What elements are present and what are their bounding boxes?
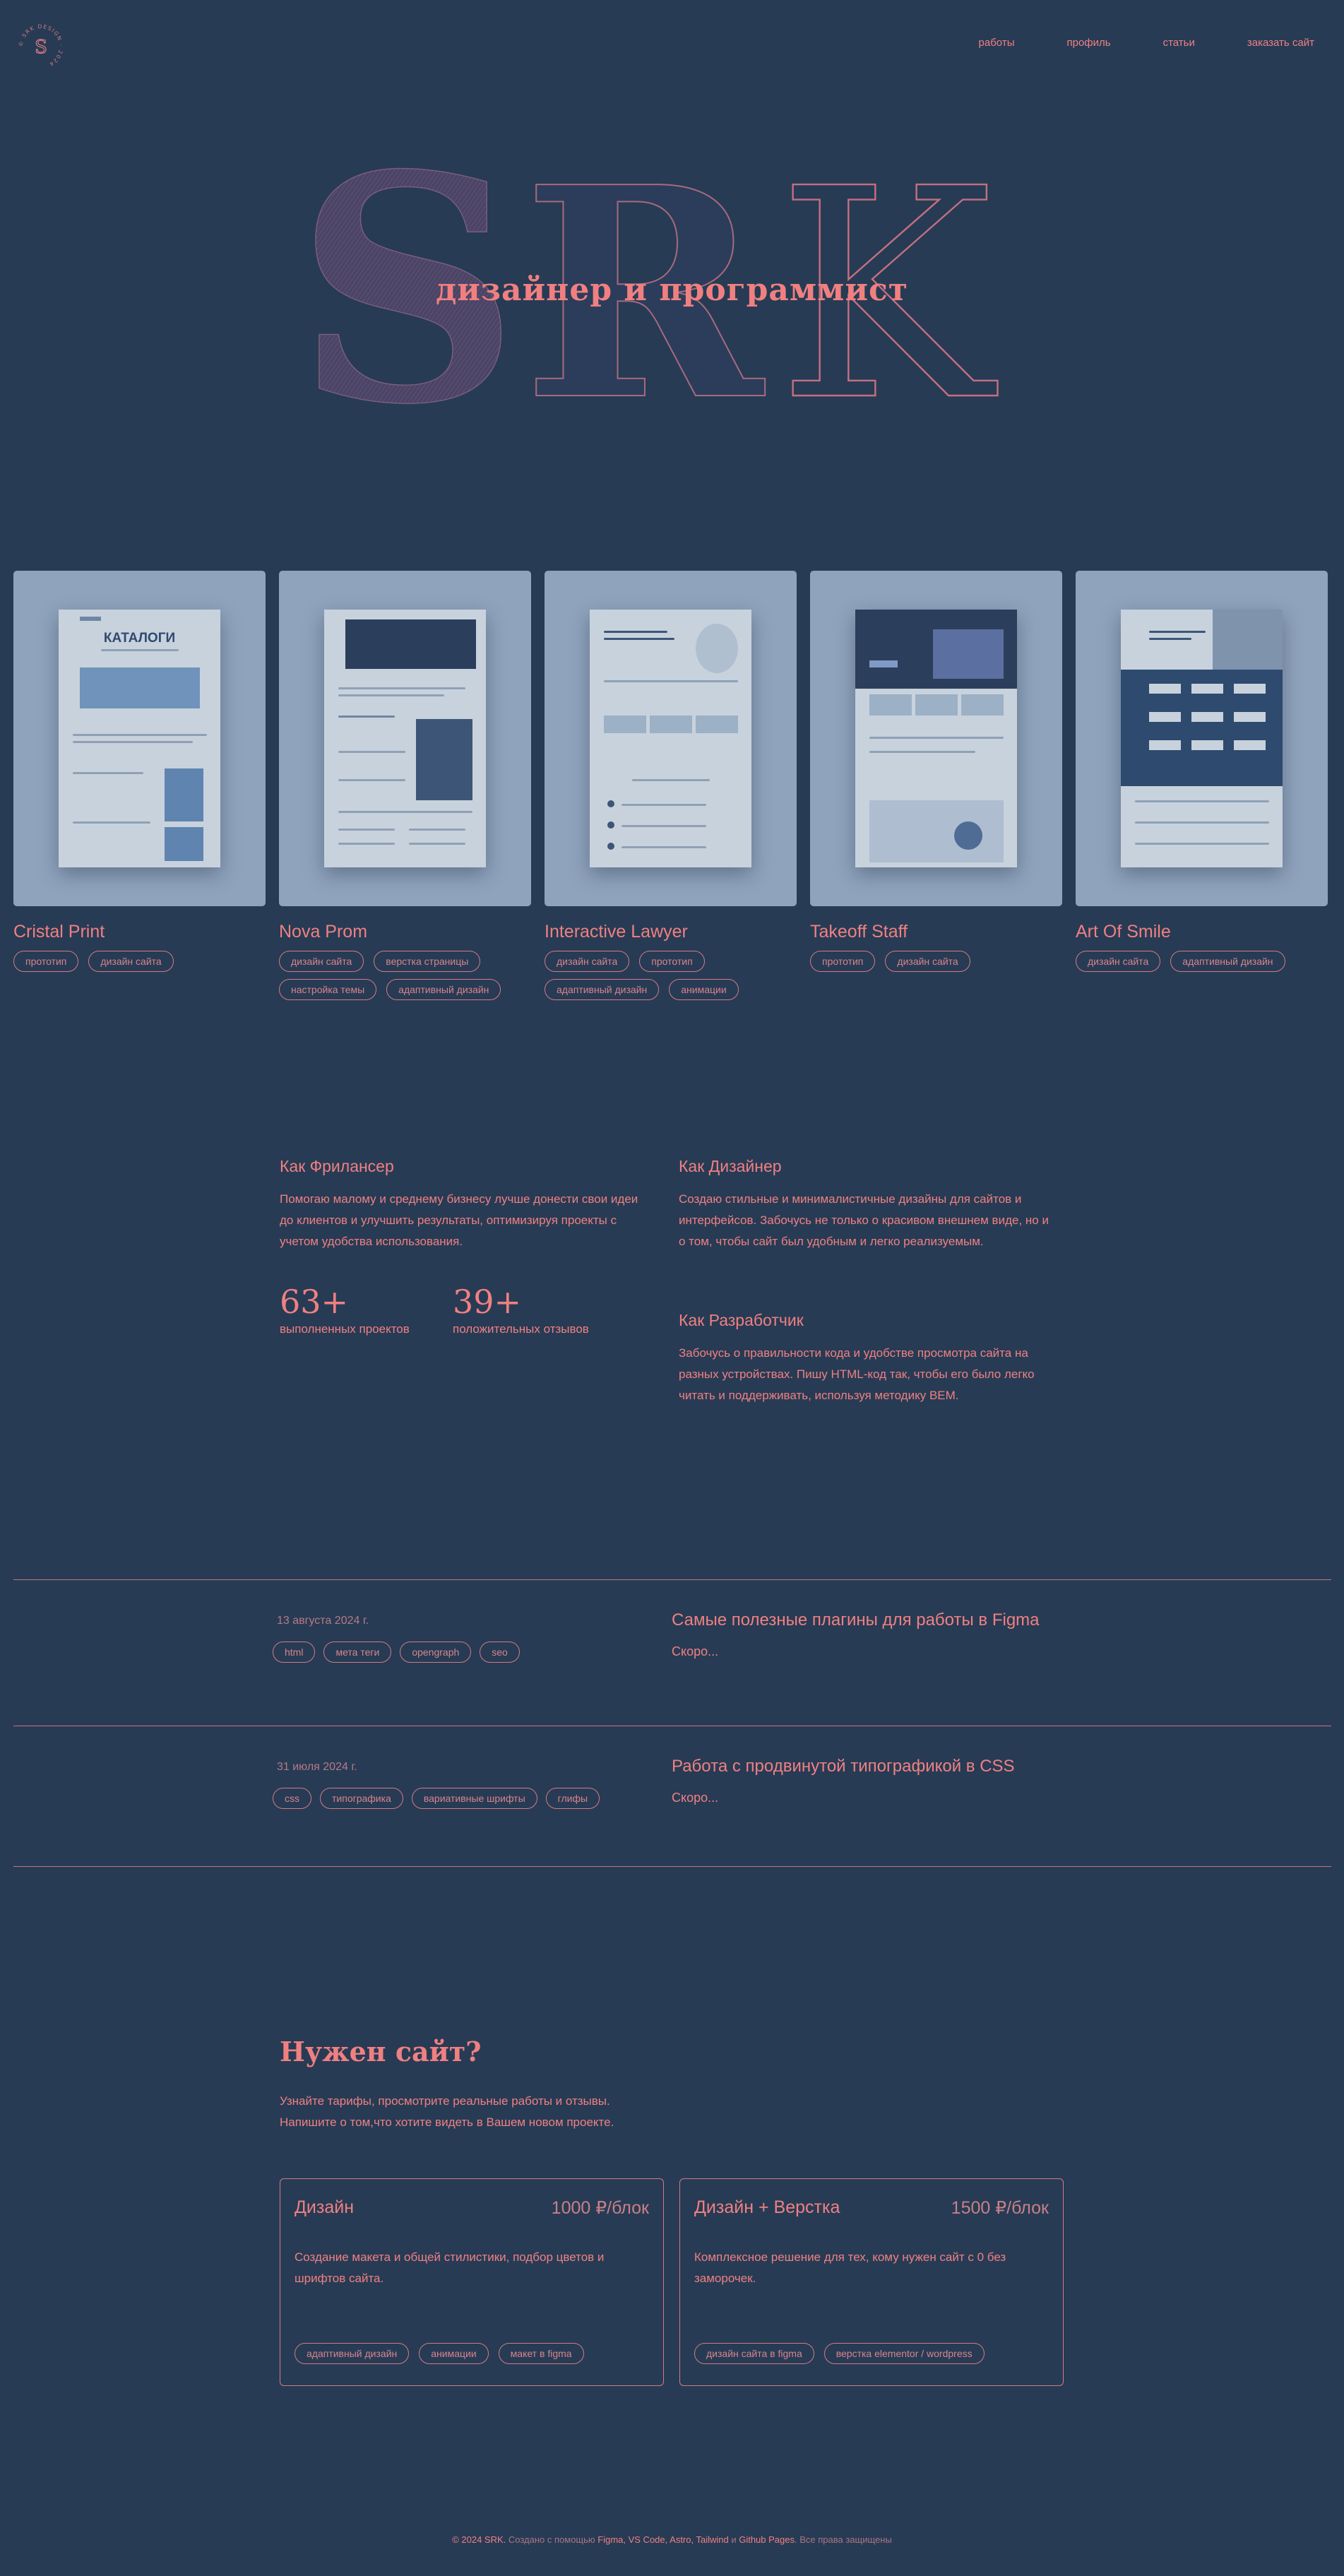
- project-tag: дизайн сайта: [279, 951, 364, 972]
- project-card[interactable]: Interactive Lawyer дизайн сайта прототип…: [545, 571, 797, 1000]
- article-title[interactable]: Работа с продвинутой типографикой в CSS: [672, 1757, 1015, 1776]
- project-tag: верстка страницы: [374, 951, 481, 972]
- freelancer-text: Помогаю малому и среднему бизнесу лучше …: [280, 1192, 638, 1248]
- project-tag: дизайн сайта: [545, 951, 630, 972]
- footer-owner: © 2024 SRK.: [452, 2534, 506, 2545]
- cta-line: Узнайте тарифы, просмотрите реальные раб…: [280, 2094, 610, 2108]
- stat-label: положительных отзывов: [453, 1322, 589, 1336]
- article-tag[interactable]: seo: [480, 1642, 520, 1663]
- pricing-tag: анимации: [419, 2343, 489, 2364]
- pricing-title: Дизайн + Верстка: [694, 2197, 840, 2217]
- project-card[interactable]: КАТАЛОГИ Cristal Print прототип дизайн с…: [13, 571, 266, 1000]
- article-date: 13 августа 2024 г.: [277, 1615, 369, 1627]
- designer-block: Как Дизайнер Создаю стильные и минималис…: [679, 1157, 1053, 1252]
- developer-block: Как Разработчик Забочусь о правильности …: [679, 1311, 1053, 1406]
- footer-made-with: Создано с помощью: [506, 2534, 598, 2545]
- project-title[interactable]: Nova Prom: [279, 922, 531, 942]
- hero-tagline: дизайнер и программист: [435, 272, 909, 308]
- stat-reviews: 39+ положительных отзывов: [453, 1284, 589, 1336]
- article-tag[interactable]: мета теги: [323, 1642, 392, 1663]
- article-excerpt: Скоро...: [672, 1791, 719, 1805]
- project-tag: прототип: [639, 951, 705, 972]
- article-tag[interactable]: css: [273, 1788, 311, 1809]
- developer-text: Забочусь о правильности кода и удобстве …: [679, 1346, 1035, 1402]
- project-title[interactable]: Takeoff Staff: [810, 922, 1062, 942]
- designer-title: Как Дизайнер: [679, 1157, 782, 1175]
- pricing-description: Комплексное решение для тех, кому нужен …: [694, 2250, 1006, 2285]
- footer-tools[interactable]: Figma, VS Code, Astro, Tailwind: [597, 2534, 728, 2545]
- article-excerpt: Скоро...: [672, 1644, 719, 1658]
- stat-label: выполненных проектов: [280, 1322, 410, 1336]
- project-title[interactable]: Interactive Lawyer: [545, 922, 797, 942]
- footer-rights: . Все права защищены: [795, 2534, 892, 2545]
- project-title[interactable]: Art Of Smile: [1076, 922, 1328, 942]
- pricing-price: 1000 ₽/блок: [551, 2198, 649, 2218]
- project-thumbnail[interactable]: [1076, 571, 1328, 906]
- footer-host[interactable]: Github Pages: [739, 2534, 795, 2545]
- stat-projects: 63+ выполненных проектов: [280, 1284, 410, 1336]
- project-tag: адаптивный дизайн: [545, 979, 660, 1000]
- pricing-description: Создание макета и общей стилистики, подб…: [295, 2250, 605, 2285]
- article-tag[interactable]: вариативные шрифты: [411, 1788, 537, 1809]
- project-thumbnail[interactable]: [279, 571, 531, 906]
- project-tag: дизайн сайта: [885, 951, 970, 972]
- project-thumbnail[interactable]: [810, 571, 1062, 906]
- developer-title: Как Разработчик: [679, 1311, 804, 1329]
- pricing-tag: дизайн сайта в figma: [694, 2343, 814, 2364]
- article-tag[interactable]: opengraph: [400, 1642, 472, 1663]
- cta-line: Напишите о том,что хотите видеть в Вашем…: [280, 2115, 614, 2129]
- pricing-tag: макет в figma: [498, 2343, 584, 2364]
- pricing-card-design-dev[interactable]: Дизайн + Верстка 1500 ₽/блок Комплексное…: [679, 2178, 1064, 2386]
- project-thumbnail[interactable]: КАТАЛОГИ: [13, 571, 266, 906]
- cta-title: Нужен сайт?: [280, 2036, 482, 2067]
- pricing-title: Дизайн: [295, 2197, 355, 2217]
- project-tag: дизайн сайта: [1076, 951, 1161, 972]
- hero-monogram: S R K: [295, 107, 999, 466]
- article-tag[interactable]: глифы: [545, 1788, 600, 1809]
- project-card[interactable]: Takeoff Staff прототип дизайн сайта: [810, 571, 1062, 1000]
- article-tag[interactable]: типографика: [320, 1788, 403, 1809]
- project-tag: настройка темы: [279, 979, 377, 1000]
- divider: [13, 1579, 1331, 1580]
- project-tag: прототип: [810, 951, 876, 972]
- pricing-tag: верстка elementor / wordpress: [823, 2343, 985, 2364]
- article-tag[interactable]: html: [273, 1642, 316, 1663]
- footer: © 2024 SRK. Создано с помощью Figma, VS …: [0, 2534, 1344, 2545]
- freelancer-block: Как Фрилансер Помогаю малому и среднему …: [280, 1157, 647, 1252]
- divider: [13, 1866, 1331, 1867]
- pricing-card-design[interactable]: Дизайн 1000 ₽/блок Создание макета и общ…: [280, 2178, 664, 2386]
- project-thumbnail[interactable]: [545, 571, 797, 906]
- footer-and: и: [728, 2534, 739, 2545]
- projects-grid: КАТАЛОГИ Cristal Print прототип дизайн с…: [13, 571, 1331, 1000]
- project-tag: адаптивный дизайн: [386, 979, 501, 1000]
- cta-text: Узнайте тарифы, просмотрите реальные раб…: [280, 2091, 774, 2133]
- article-date: 31 июля 2024 г.: [277, 1761, 357, 1773]
- stat-value: 39+: [453, 1283, 522, 1321]
- project-tag: прототип: [13, 951, 79, 972]
- project-tag: анимации: [669, 979, 739, 1000]
- hero: S R K дизайнер и программист: [0, 0, 1344, 466]
- project-card[interactable]: Nova Prom дизайн сайта верстка страницы …: [279, 571, 531, 1000]
- designer-text: Создаю стильные и минималистичные дизайн…: [679, 1192, 1049, 1248]
- article-title[interactable]: Самые полезные плагины для работы в Figm…: [672, 1610, 1040, 1630]
- pricing-tag: адаптивный дизайн: [295, 2343, 410, 2364]
- pricing-price: 1500 ₽/блок: [951, 2198, 1049, 2218]
- project-title[interactable]: Cristal Print: [13, 922, 266, 942]
- freelancer-title: Как Фрилансер: [280, 1157, 394, 1175]
- thumb-heading: КАТАЛОГИ: [103, 631, 176, 646]
- stat-value: 63+: [280, 1283, 349, 1321]
- project-card[interactable]: Art Of Smile дизайн сайта адаптивный диз…: [1076, 571, 1328, 1000]
- project-tag: дизайн сайта: [88, 951, 174, 972]
- project-tag: адаптивный дизайн: [1170, 951, 1285, 972]
